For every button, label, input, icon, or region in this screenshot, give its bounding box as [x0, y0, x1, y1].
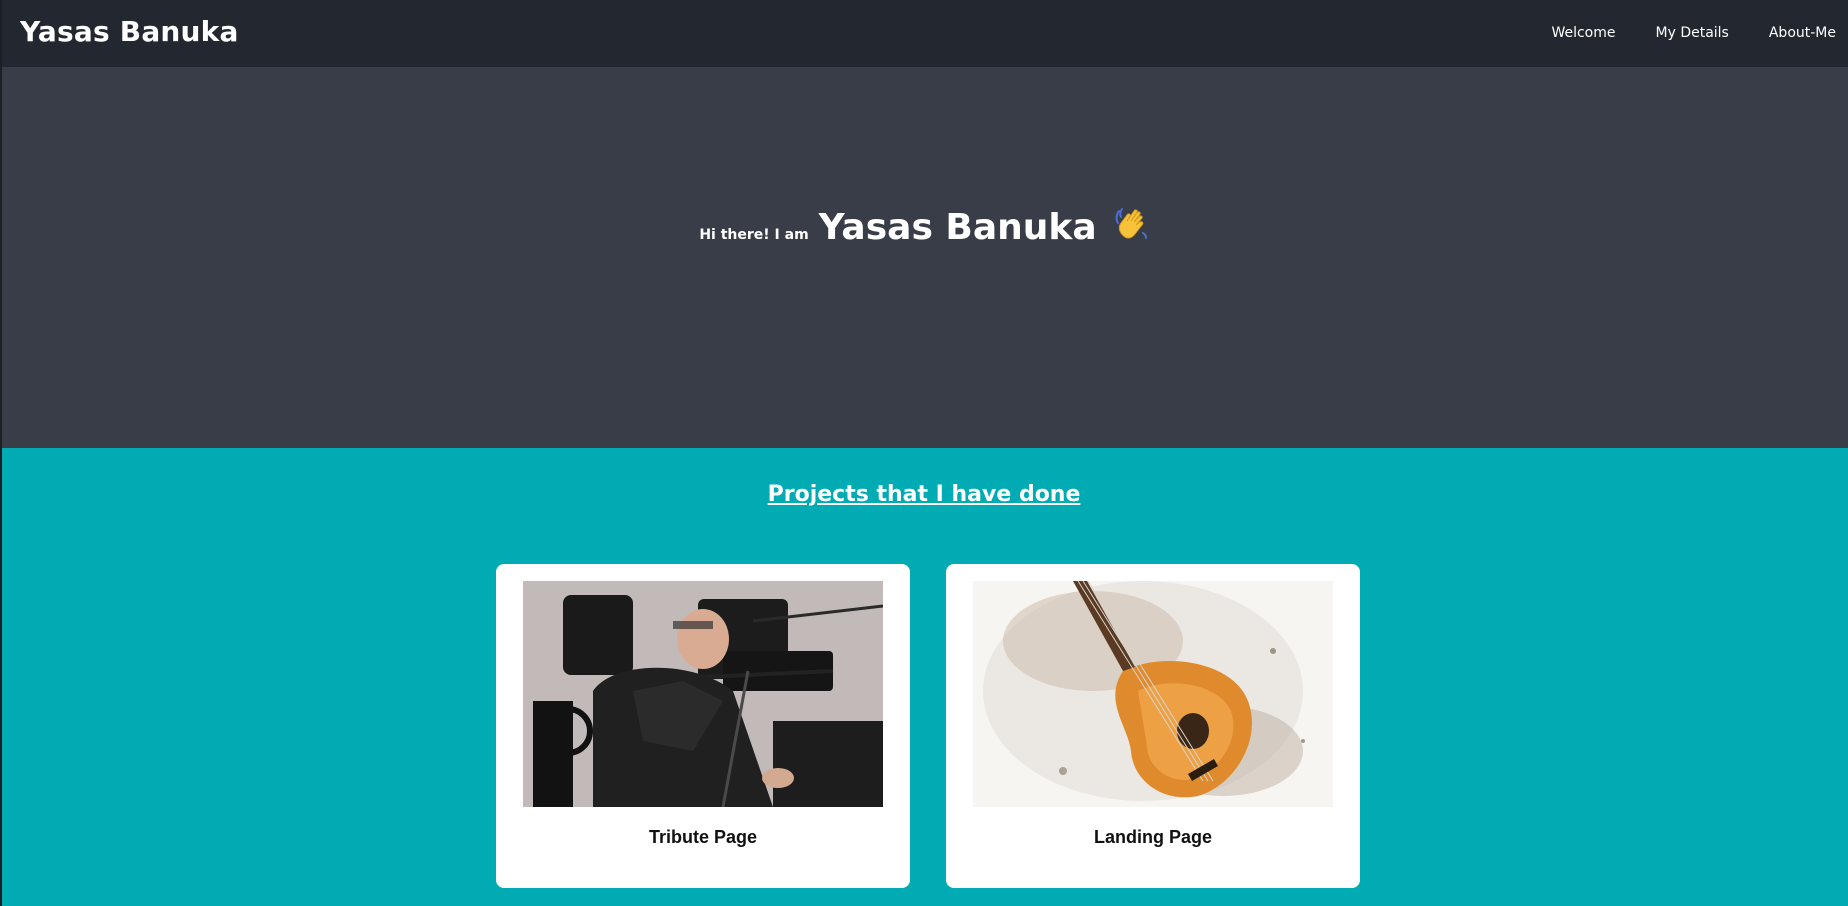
projects-section: Projects that I have done Tribute Page L…	[0, 448, 1848, 906]
projects-title[interactable]: Projects that I have done	[0, 482, 1848, 507]
tribute-page-image	[523, 581, 883, 807]
hero-greeting: Hi there! I am	[699, 227, 809, 243]
waving-hand-icon	[1113, 203, 1149, 246]
tribute-page-title[interactable]: Tribute Page	[496, 827, 910, 848]
hero-heading: Hi there! I am Yasas Banuka	[0, 201, 1848, 248]
welcome-section: Hi there! I am Yasas Banuka	[0, 67, 1848, 448]
nav-link-my-details[interactable]: My Details	[1656, 22, 1729, 44]
navbar: Yasas Banuka Welcome My Details About-Me	[0, 0, 1848, 67]
project-card-landing[interactable]: Landing Page	[946, 564, 1360, 888]
hero-name: Yasas Banuka	[818, 207, 1097, 248]
window-edge	[0, 0, 2, 906]
page: Yasas Banuka Welcome My Details About-Me…	[0, 0, 1848, 906]
nav-link-welcome[interactable]: Welcome	[1551, 22, 1615, 44]
landing-page-title[interactable]: Landing Page	[946, 827, 1360, 848]
landing-page-image	[973, 581, 1333, 807]
brand-title[interactable]: Yasas Banuka	[20, 14, 239, 50]
project-card-tribute[interactable]: Tribute Page	[496, 564, 910, 888]
nav-link-about-me[interactable]: About-Me	[1769, 22, 1836, 44]
nav-links: Welcome My Details About-Me	[1511, 22, 1836, 44]
